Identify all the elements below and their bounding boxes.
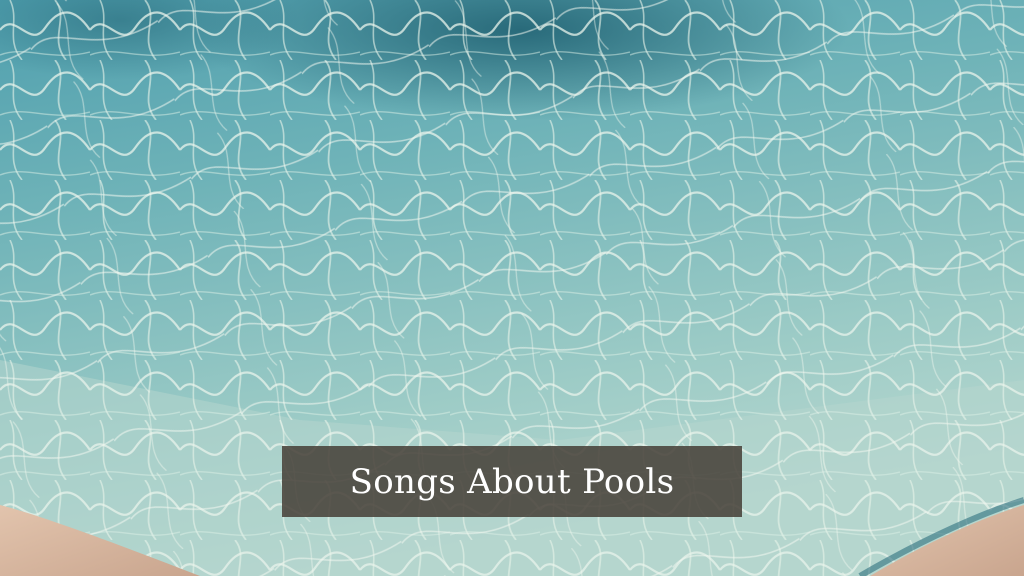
page-title: Songs About Pools: [349, 461, 675, 502]
pool-photo-scene: Songs About Pools: [0, 0, 1024, 576]
title-banner: Songs About Pools: [282, 446, 742, 517]
